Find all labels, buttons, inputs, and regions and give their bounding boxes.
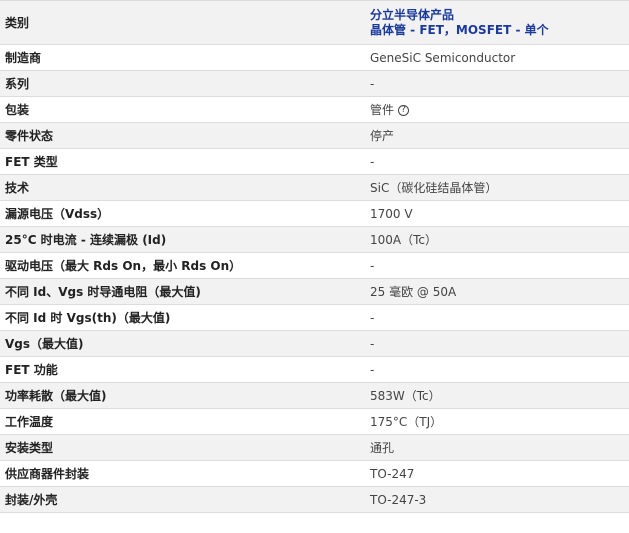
spec-value: GeneSiC Semiconductor [370,50,516,65]
spec-row-technology: 技术 SiC（碳化硅结晶体管） [0,175,629,201]
spec-label: 系列 [5,77,30,91]
spec-row-vgs-th: 不同 Id 时 Vgs(th)（最大值) - [0,305,629,331]
spec-label: 零件状态 [5,129,54,143]
spec-row-fet-type: FET 类型 - [0,149,629,175]
spec-value: 1700 V [370,206,413,221]
spec-value: - [370,362,375,377]
spec-label: 安装类型 [5,441,54,455]
spec-row-rds-on: 不同 Id、Vgs 时导通电阻（最大值) 25 毫欧 @ 50A [0,279,629,305]
question-circle-icon[interactable]: ? [398,105,410,116]
spec-row-package-case: 封装/外壳 TO-247-3 [0,487,629,513]
spec-value: SiC（碳化硅结晶体管） [370,181,498,195]
spec-table: 类别 分立半导体产品 晶体管 - FET，MOSFET - 单个 制造商 Gen… [0,0,629,513]
spec-label: 不同 Id、Vgs 时导通电阻（最大值) [5,285,201,299]
spec-label: 供应商器件封装 [5,467,90,481]
spec-label: Vgs（最大值) [5,337,84,351]
spec-label: 技术 [5,181,30,195]
category-link-discrete[interactable]: 分立半导体产品 [370,8,629,23]
spec-label: 漏源电压（Vdss） [5,207,110,221]
category-link-transistors[interactable]: 晶体管 - FET，MOSFET - 单个 [370,23,629,38]
spec-row-manufacturer: 制造商 GeneSiC Semiconductor [0,45,629,71]
spec-value: - [370,154,375,169]
spec-value: - [370,310,375,325]
spec-row-packaging: 包装 管件? [0,97,629,123]
spec-value: 100A（Tc） [370,233,438,247]
category-row: 类别 分立半导体产品 晶体管 - FET，MOSFET - 单个 [0,1,629,45]
spec-value: 175°C（TJ） [370,415,443,429]
spec-label: 功率耗散（最大值) [5,389,107,403]
spec-value: 25 毫欧 @ 50A [370,285,457,299]
spec-value: - [370,76,375,91]
spec-value: 通孔 [370,441,395,455]
spec-row-series: 系列 - [0,71,629,97]
category-label: 类别 [5,16,30,30]
spec-value: TO-247-3 [370,492,427,507]
spec-label: FET 功能 [5,363,58,377]
category-value: 分立半导体产品 晶体管 - FET，MOSFET - 单个 [366,8,629,38]
spec-label: 工作温度 [5,415,54,429]
spec-label: FET 类型 [5,155,58,169]
spec-label: 25°C 时电流 - 连续漏极 (Id) [5,233,167,247]
spec-row-fet-feature: FET 功能 - [0,357,629,383]
spec-row-power-dissipation: 功率耗散（最大值) 583W（Tc） [0,383,629,409]
spec-value: 583W（Tc） [370,389,441,403]
spec-label: 驱动电压（最大 Rds On，最小 Rds On） [5,259,242,273]
spec-label: 制造商 [5,51,42,65]
spec-value: TO-247 [370,466,415,481]
spec-value: - [370,258,375,273]
spec-row-drive-voltage: 驱动电压（最大 Rds On，最小 Rds On） - [0,253,629,279]
spec-row-vdss: 漏源电压（Vdss） 1700 V [0,201,629,227]
spec-row-supplier-package: 供应商器件封装 TO-247 [0,461,629,487]
spec-label: 包装 [5,103,30,117]
spec-row-drain-current: 25°C 时电流 - 连续漏极 (Id) 100A（Tc） [0,227,629,253]
spec-value: 管件 [370,103,395,117]
spec-label: 不同 Id 时 Vgs(th)（最大值) [5,311,171,325]
spec-value: - [370,336,375,351]
spec-row-operating-temp: 工作温度 175°C（TJ） [0,409,629,435]
spec-label: 封装/外壳 [5,493,58,507]
spec-value-wrap: 管件? [366,101,629,118]
spec-row-mounting-type: 安装类型 通孔 [0,435,629,461]
spec-row-vgs-max: Vgs（最大值) - [0,331,629,357]
spec-row-part-status: 零件状态 停产 [0,123,629,149]
spec-value: 停产 [370,129,395,143]
